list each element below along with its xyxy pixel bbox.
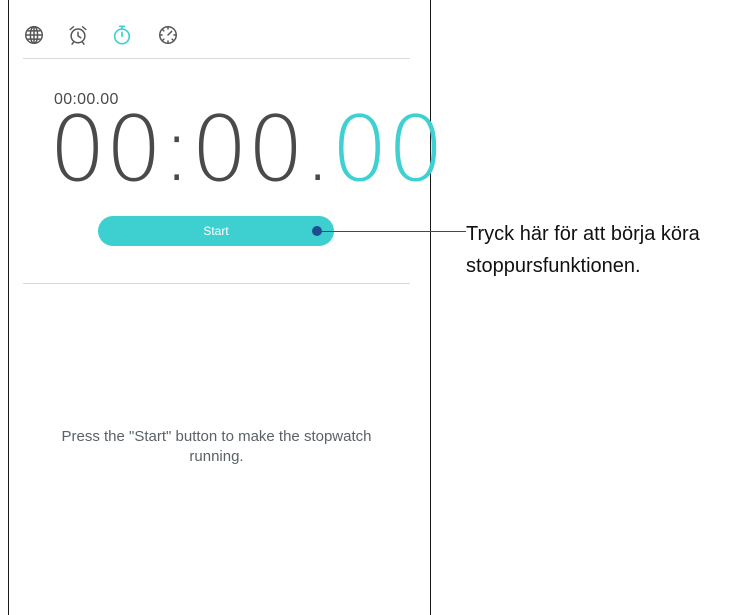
page: 00:00.00 00:00.00 Start Press the "Start…	[0, 0, 743, 615]
content-divider	[23, 283, 410, 284]
tab-timer[interactable]	[156, 23, 180, 47]
tab-divider	[23, 58, 410, 59]
callout-text: Tryck här för att börja köra stoppursfun…	[466, 218, 741, 282]
tab-world-clock[interactable]	[22, 23, 46, 47]
alarm-clock-icon	[67, 24, 89, 46]
callout-line-1: Tryck här för att börja köra	[466, 223, 700, 245]
tab-stopwatch[interactable]	[110, 23, 134, 47]
timer-icon	[157, 24, 179, 46]
main-time: 00:00.	[49, 97, 332, 202]
callout-line-2: stoppursfunktionen.	[466, 255, 641, 277]
phone-screen: 00:00.00 00:00.00 Start Press the "Start…	[8, 0, 445, 615]
hundredths: 00	[330, 97, 445, 202]
tab-alarm[interactable]	[66, 23, 90, 47]
tab-bar	[9, 0, 430, 59]
start-button[interactable]: Start	[98, 216, 334, 246]
stopwatch-icon	[111, 24, 133, 46]
main-time-display: 00:00.00	[49, 97, 445, 202]
callout-line	[320, 231, 466, 232]
hint-text: Press the "Start" button to make the sto…	[61, 428, 372, 465]
globe-icon	[23, 24, 45, 46]
